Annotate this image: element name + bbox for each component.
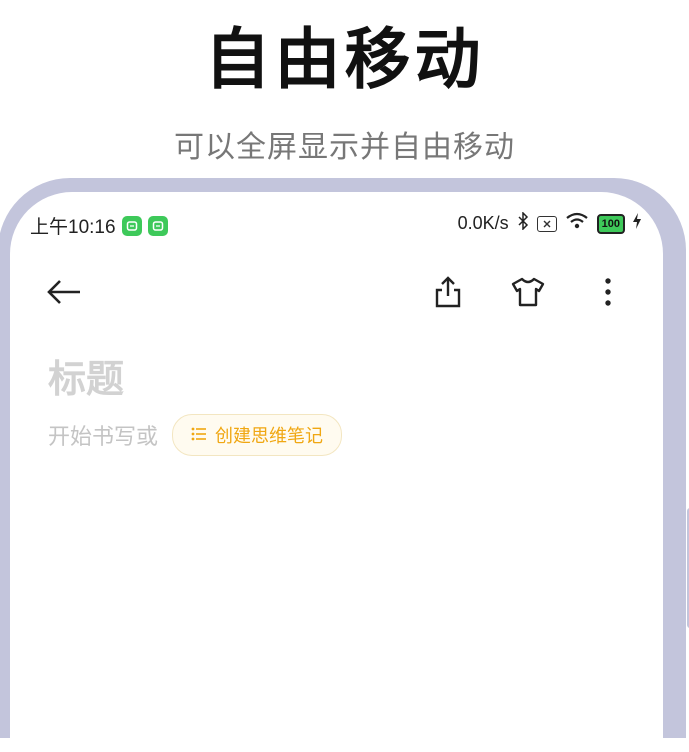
theme-shirt-icon: [510, 276, 546, 312]
battery-level: 100: [601, 217, 620, 230]
more-button[interactable]: [584, 270, 632, 318]
app-notification-icon: [121, 215, 142, 236]
more-vertical-icon: [603, 277, 613, 311]
create-mind-map-button[interactable]: 创建思维笔记: [172, 414, 343, 456]
share-button[interactable]: [424, 270, 472, 318]
battery-icon: 100: [596, 213, 625, 234]
promo-subtitle: 可以全屏显示并自由移动: [174, 130, 515, 165]
note-body-input[interactable]: 开始书写或: [48, 419, 158, 451]
back-button[interactable]: [40, 270, 88, 318]
sim-icon: [536, 215, 557, 232]
phone-screen: 上午10:16 0.0K/s 100 标题 开始书写或 创建思维笔记: [10, 192, 663, 752]
list-icon: [191, 425, 207, 446]
back-arrow-icon: [46, 278, 82, 310]
phone-frame: 上午10:16 0.0K/s 100 标题 开始书写或 创建思维笔记: [0, 178, 689, 752]
promo-header: 自由移动 可以全屏显示并自由移动: [0, 0, 689, 166]
wifi-icon: [565, 212, 589, 235]
create-mind-map-label: 创建思维笔记: [215, 426, 324, 447]
charging-icon: [633, 213, 641, 234]
theme-button[interactable]: [504, 270, 552, 318]
network-speed: 0.0K/s: [457, 213, 509, 233]
note-title-input[interactable]: 标题: [48, 348, 124, 403]
note-body: 开始书写或 创建思维笔记: [48, 414, 343, 456]
app-bar: [10, 270, 663, 330]
app-notification-icon: [147, 215, 168, 236]
promo-title: 自由移动: [204, 21, 485, 98]
status-bar: 上午10:16 0.0K/s 100: [10, 192, 663, 252]
share-icon: [433, 276, 463, 312]
status-time: 上午10:16: [30, 217, 116, 238]
bluetooth-icon: [517, 211, 529, 235]
